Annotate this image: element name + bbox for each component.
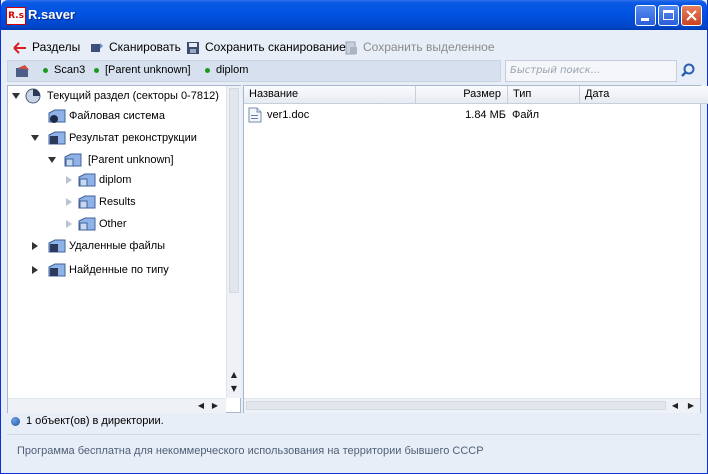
minimize-icon xyxy=(641,18,649,21)
partition-icon xyxy=(25,88,41,104)
title-bar[interactable]: R.s R.saver xyxy=(1,0,707,30)
folder-icon xyxy=(48,131,66,145)
minimize-button[interactable] xyxy=(635,5,656,26)
tree-item-label: Результат реконструкции xyxy=(69,132,197,144)
search-input[interactable]: Быстрый поиск... xyxy=(505,60,677,82)
maximize-button[interactable] xyxy=(658,5,679,26)
license-notice: Программа бесплатна для некоммерческого … xyxy=(17,445,484,457)
status-bar: 1 объект(ов) в директории. xyxy=(7,411,701,433)
tree-collapsed-icon xyxy=(66,198,72,206)
app-window: R.s R.saver Разделы Сканировать Сохранит… xyxy=(0,0,708,474)
tree-item-label: Файловая система xyxy=(69,110,165,122)
save-selected-icon xyxy=(345,41,357,55)
column-header-name[interactable]: Название xyxy=(244,86,416,103)
file-type: Файл xyxy=(512,109,540,121)
tree-item-label: Текущий раздел (секторы 0-7812) xyxy=(47,90,219,102)
maximize-icon xyxy=(663,10,674,20)
scroll-up-icon[interactable]: ▲ xyxy=(227,368,241,382)
info-dot-icon xyxy=(11,417,20,426)
breadcrumb-item-scan3[interactable]: Scan3 xyxy=(43,64,85,76)
toolbar: Разделы Сканировать Сохранить сканирован… xyxy=(4,36,704,58)
tree-collapsed-icon xyxy=(32,266,38,274)
close-icon xyxy=(686,10,697,21)
back-label: Разделы xyxy=(32,40,81,54)
tree-item-label: Other xyxy=(99,218,127,230)
app-logo-icon: R.s xyxy=(6,7,26,25)
scroll-down-icon[interactable]: ▼ xyxy=(227,382,241,396)
tree-item-label: Найденные по типу xyxy=(69,264,169,276)
tree-vertical-scrollbar[interactable]: ▲ ▼ xyxy=(226,86,241,398)
scan-label: Сканировать xyxy=(109,40,181,54)
save-scan-label: Сохранить сканирование xyxy=(205,40,346,54)
floppy-save-icon xyxy=(187,41,199,54)
folder-icon xyxy=(48,239,66,253)
status-dot-icon xyxy=(94,67,99,73)
back-arrow-icon xyxy=(13,42,26,54)
breadcrumb: Scan3 [Parent unknown] diplom xyxy=(7,60,501,82)
scrollbar-thumb[interactable] xyxy=(246,401,666,410)
folder-icon xyxy=(64,153,82,167)
tree-expanded-icon xyxy=(12,93,20,99)
scrollbar-thumb[interactable] xyxy=(229,88,239,293)
save-scan-button[interactable]: Сохранить сканирование xyxy=(186,39,346,55)
drive-scan-icon xyxy=(16,65,29,77)
folder-icon xyxy=(78,217,96,231)
tree-collapsed-icon xyxy=(32,242,38,250)
save-selected-button[interactable]: Сохранить выделенное xyxy=(344,39,495,55)
status-divider xyxy=(7,434,701,435)
column-header-size[interactable]: Размер xyxy=(416,86,508,103)
folder-icon xyxy=(48,109,66,123)
tree-item-label: diplom xyxy=(99,174,132,186)
scan-button[interactable]: Сканировать xyxy=(90,39,181,55)
file-size: 1.84 МБ xyxy=(465,109,506,121)
column-header-date[interactable]: Дата xyxy=(580,86,700,103)
tree-item-label: Results xyxy=(99,196,136,208)
status-dot-icon xyxy=(205,67,210,73)
file-name: ver1.doc xyxy=(267,109,310,121)
tree-collapsed-icon xyxy=(66,176,72,184)
tree-expanded-icon xyxy=(31,135,39,141)
folder-icon xyxy=(78,173,96,187)
tree-item-label: [Parent unknown] xyxy=(88,154,174,166)
breadcrumb-item-parent-unknown[interactable]: [Parent unknown] xyxy=(94,64,191,76)
document-file-icon xyxy=(248,107,262,123)
status-dot-icon xyxy=(43,67,48,73)
folder-icon xyxy=(78,195,96,209)
object-count-text: 1 объект(ов) в директории. xyxy=(26,415,164,427)
folder-tree-panel: Текущий раздел (секторы 0-7812) Файловая… xyxy=(7,85,241,413)
search-icon[interactable] xyxy=(679,60,701,82)
column-header-type[interactable]: Тип xyxy=(508,86,580,103)
file-list-panel: Название Размер Тип Дата ver1.doc 1.84 М… xyxy=(243,85,708,413)
back-to-partitions-button[interactable]: Разделы xyxy=(13,39,80,55)
window-title: R.saver xyxy=(28,7,75,22)
tree-collapsed-icon xyxy=(66,220,72,228)
close-button[interactable] xyxy=(681,5,702,26)
tree-expanded-icon xyxy=(48,157,56,163)
breadcrumb-item-diplom[interactable]: diplom xyxy=(205,64,248,76)
tree-item-label: Удаленные файлы xyxy=(69,240,166,252)
table-row[interactable]: ver1.doc 1.84 МБ Файл xyxy=(244,106,700,124)
folder-icon xyxy=(48,263,66,277)
scan-icon xyxy=(91,42,103,52)
save-selected-label: Сохранить выделенное xyxy=(363,40,495,54)
footer-license-text: Программа бесплатна для некоммерческого … xyxy=(7,437,701,461)
